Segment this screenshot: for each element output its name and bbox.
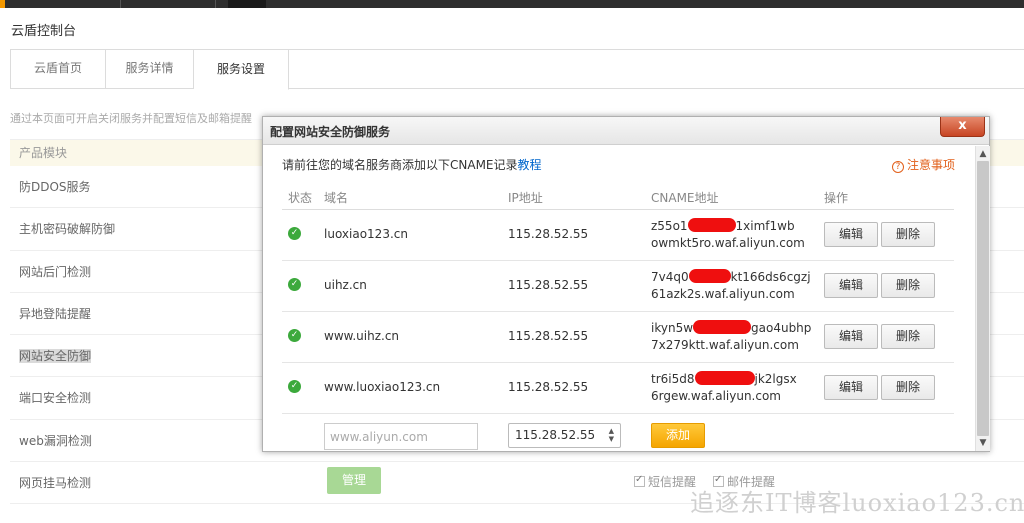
module-name: 防DDOS服务	[19, 180, 91, 194]
ip-cell: 115.28.52.55	[508, 329, 589, 343]
dialog-scrollbar[interactable]: ▲ ▼	[975, 146, 990, 451]
cname-part: gao4ubhp	[751, 321, 812, 335]
nav-item-active[interactable]	[228, 0, 266, 8]
redaction-mark	[688, 269, 731, 283]
column-header-status: 状态	[288, 191, 313, 205]
tutorial-link[interactable]: 教程	[518, 158, 542, 172]
column-header-domain: 域名	[324, 191, 349, 205]
delete-button[interactable]: 删除	[881, 324, 935, 349]
column-header-action: 操作	[824, 191, 849, 205]
column-header-cname: CNAME地址	[651, 191, 719, 205]
page-description: 通过本页面可开启关闭服务并配置短信及邮箱提醒	[10, 112, 252, 125]
check-icon: ✓	[288, 227, 301, 240]
tab-bar: 云盾首页 服务详情 服务设置	[10, 49, 1024, 90]
help-label: 注意事项	[907, 158, 956, 172]
top-navigation-bar	[0, 0, 1024, 8]
cname-part: 7v4q0	[651, 270, 689, 284]
add-button[interactable]: 添加	[651, 423, 705, 448]
page-title: 云盾控制台	[11, 24, 77, 39]
scroll-thumb[interactable]	[977, 161, 989, 436]
dialog-body: 请前往您的域名服务商添加以下CNAME记录教程 ? 注意事项 状态 域名 IP地址…	[263, 146, 975, 451]
ip-cell: 115.28.52.55	[508, 278, 589, 292]
check-icon: ✓	[288, 380, 301, 393]
edit-button[interactable]: 编辑	[824, 273, 878, 298]
help-link[interactable]: ? 注意事项	[892, 156, 955, 173]
add-record-row: 115.28.52.55 ▲▼ 添加	[282, 414, 954, 458]
delete-button[interactable]: 删除	[881, 222, 935, 247]
sms-alert-label: 短信提醒	[648, 475, 697, 489]
domain-cell: www.luoxiao123.cn	[324, 380, 441, 394]
module-name: 主机密码破解防御	[19, 222, 116, 237]
ip-cell: 115.28.52.55	[508, 227, 589, 241]
ip-select-value: 115.28.52.55	[515, 428, 596, 442]
edit-button[interactable]: 编辑	[824, 375, 878, 400]
cname-part: owmkt5ro.waf.aliyun.com	[651, 236, 805, 250]
module-name: 网站安全防御	[19, 349, 92, 364]
cname-cell: ikyn5w gao4ubhp 7x279ktt.waf.aliyun.com	[651, 320, 811, 354]
domain-cell: luoxiao123.cn	[324, 227, 408, 241]
cname-part: jk2lgsx	[754, 372, 797, 386]
delete-button[interactable]: 删除	[881, 375, 935, 400]
check-icon: ✓	[288, 329, 301, 342]
cname-part: tr6i5d8	[651, 372, 695, 386]
redaction-mark	[694, 371, 755, 385]
domain-cell: www.uihz.cn	[324, 329, 400, 343]
close-button[interactable]: x	[940, 117, 985, 137]
table-row: ✓ luoxiao123.cn 115.28.52.55 z55o1 1ximf1…	[282, 210, 954, 261]
table-row: ✓ uihz.cn 115.28.52.55 7v4q0 kt166ds6cgzj…	[282, 261, 954, 312]
scroll-up-icon[interactable]: ▲	[976, 148, 990, 160]
cname-cell: z55o1 1ximf1wb owmkt5ro.waf.aliyun.com	[651, 218, 805, 252]
ip-cell: 115.28.52.55	[508, 380, 589, 394]
domain-input[interactable]	[324, 423, 478, 450]
delete-button[interactable]: 删除	[881, 273, 935, 298]
cname-notice: 请前往您的域名服务商添加以下CNAME记录教程	[282, 156, 542, 173]
config-dialog: 配置网站安全防御服务 x 请前往您的域名服务商添加以下CNAME记录教程 ? 注意…	[262, 116, 990, 452]
edit-button[interactable]: 编辑	[824, 324, 878, 349]
module-name: web漏洞检测	[19, 433, 92, 448]
tab-service-details[interactable]: 服务详情	[106, 49, 194, 89]
nav-divider	[120, 0, 121, 8]
ip-select[interactable]: 115.28.52.55 ▲ ▼	[508, 423, 621, 448]
cname-cell: tr6i5d8 jk2lgsx 6rgew.waf.aliyun.com	[651, 371, 797, 405]
cname-part: ikyn5w	[651, 321, 694, 335]
dialog-title: 配置网站安全防御服务	[270, 125, 391, 139]
scroll-down-icon[interactable]: ▼	[976, 437, 990, 449]
close-icon: x	[958, 118, 967, 133]
table-row: ✓ www.uihz.cn 115.28.52.55 ikyn5w gao4ubh…	[282, 312, 954, 363]
table-header-row: 状态 域名 IP地址 CNAME地址 操作	[282, 182, 954, 210]
cname-cell: 7v4q0 kt166ds6cgzj 61azk2s.waf.aliyun.com	[651, 269, 811, 303]
watermark: 追逐东IT博客luoxiao123.cn	[690, 489, 1024, 517]
redaction-mark	[693, 320, 752, 334]
notice-text: 请前往您的域名服务商添加以下CNAME记录	[282, 158, 518, 172]
nav-divider	[215, 0, 216, 8]
edit-button[interactable]: 编辑	[824, 222, 878, 247]
column-header-ip: IP地址	[508, 191, 543, 205]
cname-part: 1ximf1wb	[735, 219, 795, 233]
tab-service-settings[interactable]: 服务设置	[194, 49, 289, 90]
dialog-header: 配置网站安全防御服务 x	[263, 117, 989, 145]
brand-mark	[0, 0, 5, 8]
cname-table: 状态 域名 IP地址 CNAME地址 操作 ✓ luoxiao123.cn 11…	[282, 182, 954, 458]
tab-home[interactable]: 云盾首页	[11, 49, 106, 89]
cname-part: 7x279ktt.waf.aliyun.com	[651, 338, 799, 352]
cname-part: kt166ds6cgzj	[730, 270, 811, 284]
check-icon: ✓	[288, 278, 301, 291]
cname-part: 61azk2s.waf.aliyun.com	[651, 287, 795, 301]
module-name: 网页挂马检测	[19, 476, 92, 491]
module-name: 端口安全检测	[19, 391, 92, 406]
updown-arrow-icon: ▲ ▼	[608, 427, 614, 443]
manage-button[interactable]: 管理	[327, 467, 381, 494]
cname-part: z55o1	[651, 219, 688, 233]
redaction-mark	[687, 218, 736, 232]
module-name: 网站后门检测	[19, 264, 92, 279]
domain-cell: uihz.cn	[324, 278, 367, 292]
question-icon: ?	[892, 161, 904, 173]
checkbox-icon	[634, 474, 645, 487]
sms-alert-checkbox[interactable]: 短信提醒	[634, 473, 696, 490]
table-row: ✓ www.luoxiao123.cn 115.28.52.55 tr6i5d8…	[282, 363, 954, 414]
cname-part: 6rgew.waf.aliyun.com	[651, 389, 781, 403]
module-name: 异地登陆提醒	[19, 306, 92, 321]
